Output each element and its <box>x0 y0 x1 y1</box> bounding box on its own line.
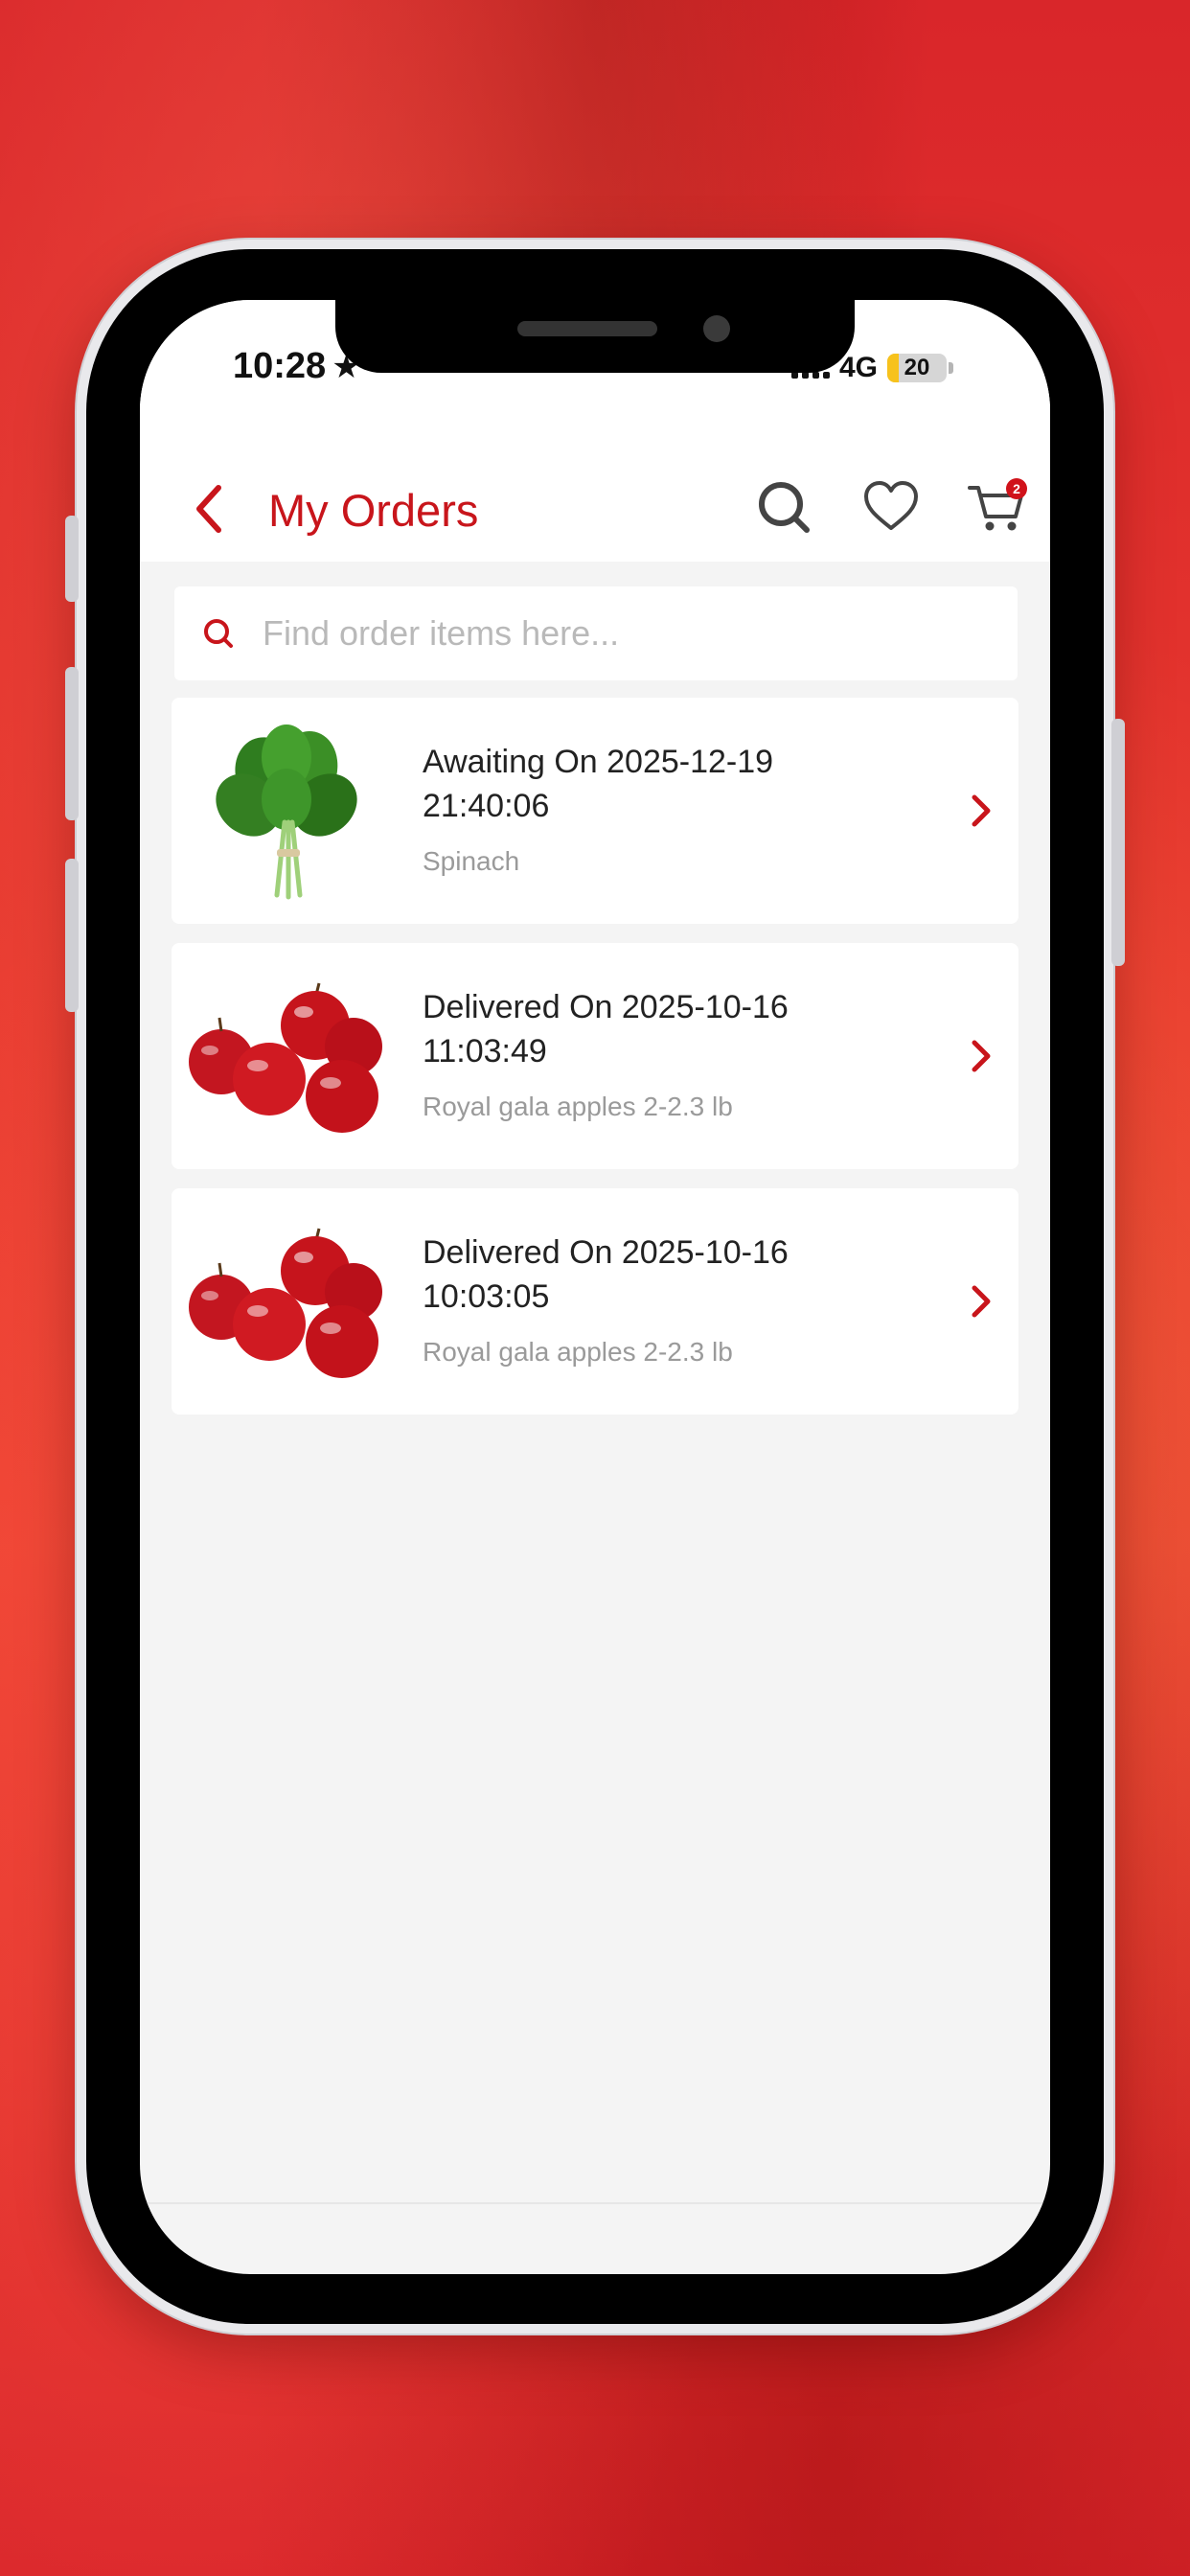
battery-fill <box>887 354 900 382</box>
apples-image <box>189 1228 382 1378</box>
search-icon <box>204 619 233 648</box>
phone-notch <box>335 300 855 373</box>
order-status-line: Awaiting On 2025-12-19 <box>423 744 774 780</box>
app-header: My Orders 2 <box>140 444 1050 559</box>
order-card[interactable]: Awaiting On 2025-12-19 21:40:06 Spinach <box>172 698 1018 924</box>
order-status: Delivered On 2025-10-16 10:03:05 <box>423 1230 902 1319</box>
search-icon[interactable] <box>753 476 814 538</box>
mute-switch <box>65 516 79 602</box>
network-type: 4G <box>839 352 879 383</box>
order-time-line: 10:03:05 <box>423 1278 550 1315</box>
order-status-line: Delivered On 2025-10-16 <box>423 989 789 1025</box>
apples-image <box>189 982 382 1133</box>
status-time: 10:28 ★ <box>233 346 361 387</box>
order-search-bar[interactable] <box>174 586 1018 680</box>
order-time-line: 21:40:06 <box>423 788 550 824</box>
order-item-name: Royal gala apples 2-2.3 lb <box>423 1337 733 1367</box>
page-title: My Orders <box>268 485 479 536</box>
order-item-name: Royal gala apples 2-2.3 lb <box>423 1092 733 1121</box>
chevron-right-icon <box>972 1040 991 1072</box>
back-arrow-icon[interactable] <box>190 482 228 536</box>
order-item-name: Spinach <box>423 846 520 876</box>
volume-up-button <box>65 667 79 820</box>
order-time-line: 11:03:49 <box>423 1033 547 1070</box>
heart-icon[interactable] <box>860 476 922 538</box>
cart-count-badge: 2 <box>1006 478 1027 499</box>
order-search-input[interactable] <box>263 613 1010 654</box>
chevron-right-icon <box>972 1285 991 1318</box>
front-camera <box>703 315 730 342</box>
spinach-image <box>216 724 357 900</box>
order-status-line: Delivered On 2025-10-16 <box>423 1234 789 1271</box>
status-time-text: 10:28 <box>233 346 327 386</box>
order-status: Delivered On 2025-10-16 11:03:49 <box>423 985 902 1073</box>
power-button <box>1111 719 1125 966</box>
earpiece-speaker <box>517 321 657 336</box>
battery-percent: 20 <box>904 355 930 380</box>
bottom-divider <box>140 2202 1050 2204</box>
order-status: Awaiting On 2025-12-19 21:40:06 <box>423 740 902 828</box>
order-card[interactable]: Delivered On 2025-10-16 11:03:49 Royal g… <box>172 943 1018 1169</box>
battery-icon: 20 <box>887 354 948 382</box>
battery-tip <box>949 362 954 374</box>
order-card[interactable]: Delivered On 2025-10-16 10:03:05 Royal g… <box>172 1188 1018 1414</box>
chevron-right-icon <box>972 794 991 827</box>
app-screen: 10:28 ★ 4G 20 My Orders 2 Find order ite… <box>140 300 1050 2274</box>
volume-down-button <box>65 859 79 1012</box>
